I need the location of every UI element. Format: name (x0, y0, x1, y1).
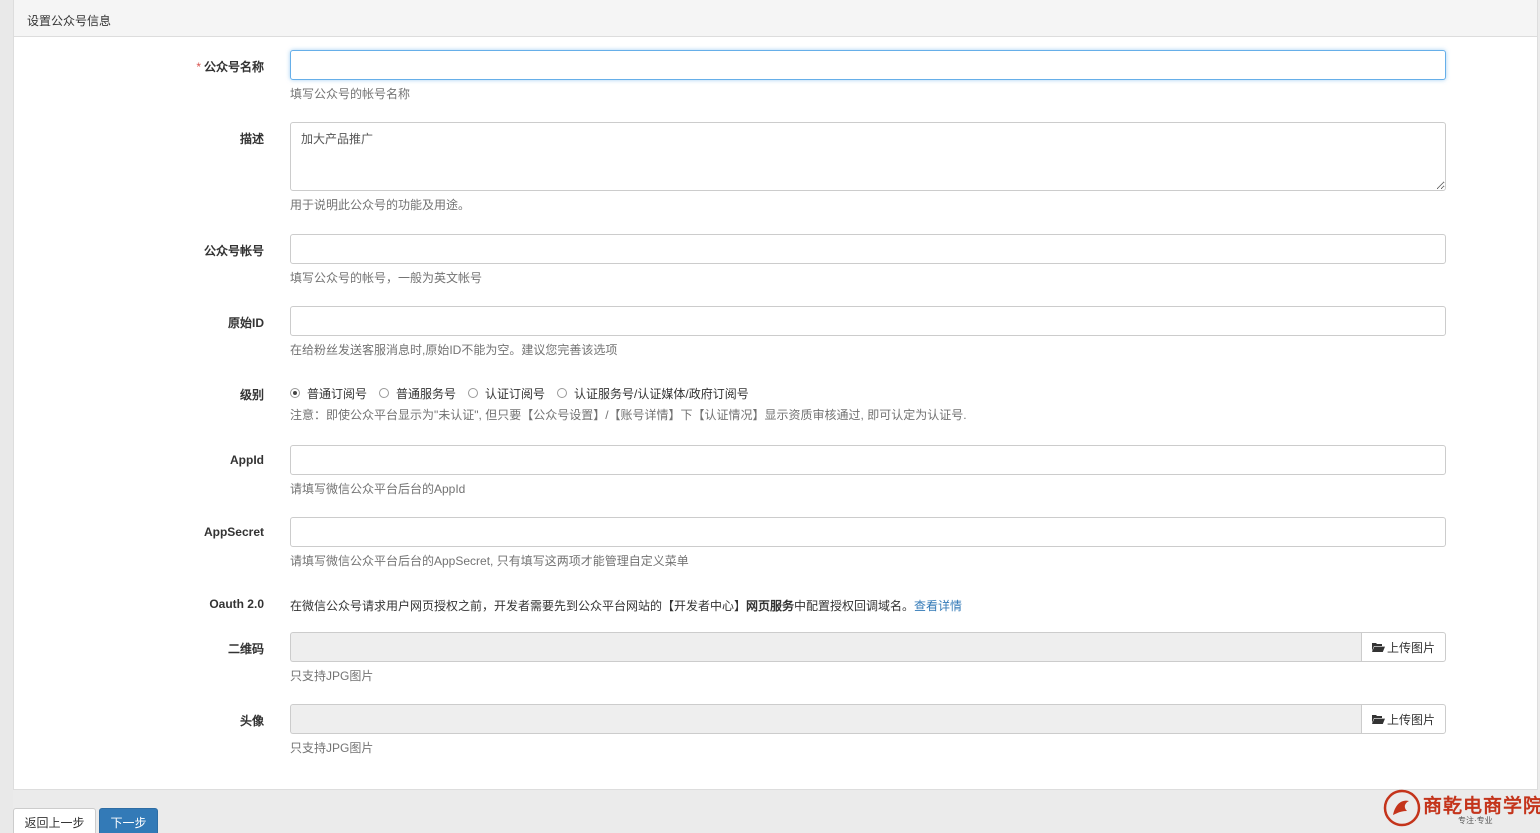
folder-open-icon (1371, 714, 1385, 724)
level-option-3[interactable]: 认证订阅号 (468, 385, 545, 402)
appsecret-input[interactable] (290, 517, 1446, 547)
qrcode-file-display (290, 632, 1361, 662)
account-help: 填写公众号的帐号，一般为英文帐号 (290, 271, 483, 285)
qrcode-label: 二维码 (227, 642, 264, 656)
level-option-1[interactable]: 普通订阅号 (290, 385, 367, 402)
level-radio-group: 普通订阅号 普通服务号 认证订阅号 认证服务号/认证媒体/政府订阅号 (290, 385, 1446, 401)
next-button[interactable]: 下一步 (99, 808, 158, 833)
avatar-file-display (290, 704, 1361, 734)
watermark: 商乾电商学院 专注·专业 (1383, 789, 1540, 829)
settings-panel: 设置公众号信息 * 公众号名称 填写公众号的帐号名称 描述 加大产品推广 用于说明… (13, 0, 1538, 790)
avatar-help: 只支持JPG图片 (290, 741, 374, 755)
description-help: 用于说明此公众号的功能及用途。 (290, 198, 471, 212)
account-label: 公众号帐号 (203, 244, 264, 258)
original-id-help: 在给粉丝发送客服消息时,原始ID不能为空。建议您完善该选项 (290, 343, 618, 357)
radio-icon[interactable] (379, 388, 390, 398)
original-id-label: 原始ID (227, 316, 264, 330)
radio-icon[interactable] (468, 388, 479, 398)
description-label: 描述 (239, 132, 264, 146)
oauth-label: Oauth 2.0 (209, 597, 264, 611)
field-name-label: * 公众号名称 (196, 60, 264, 74)
left-strip (0, 0, 13, 833)
panel-heading: 设置公众号信息 (14, 0, 1537, 37)
radio-checked-icon[interactable] (290, 388, 300, 398)
level-help: 注意：即使公众平台显示为"未认证", 但只要【公众号设置】/【账号详情】下【认证… (290, 408, 967, 422)
level-option-2[interactable]: 普通服务号 (379, 385, 456, 402)
level-label: 级别 (239, 388, 264, 402)
qrcode-upload-button[interactable]: 上传图片 (1361, 632, 1446, 662)
avatar-file-group: 上传图片 (290, 704, 1446, 734)
oauth-details-link[interactable]: 查看详情 (914, 599, 962, 613)
description-textarea[interactable]: 加大产品推广 (290, 122, 1446, 191)
oauth-description: 在微信公众号请求用户网页授权之前，开发者需要先到公众平台网站的【开发者中心】网页… (290, 599, 963, 613)
name-help: 填写公众号的帐号名称 (290, 87, 411, 101)
name-input[interactable] (290, 50, 1446, 80)
appid-label: AppId (230, 453, 264, 467)
qrcode-file-group: 上传图片 (290, 632, 1446, 662)
level-option-4[interactable]: 认证服务号/认证媒体/政府订阅号 (557, 385, 749, 402)
qrcode-help: 只支持JPG图片 (290, 669, 374, 683)
watermark-title: 商乾电商学院 (1423, 795, 1540, 817)
original-id-input[interactable] (290, 306, 1446, 336)
appid-input[interactable] (290, 445, 1446, 475)
folder-open-icon (1371, 642, 1385, 652)
appsecret-label: AppSecret (203, 525, 264, 539)
back-button[interactable]: 返回上一步 (13, 808, 96, 833)
watermark-subtitle: 专注·专业 (1458, 816, 1493, 825)
appsecret-help: 请填写微信公众平台后台的AppSecret, 只有填写这两项才能管理自定义菜单 (290, 554, 689, 568)
avatar-label: 头像 (239, 714, 264, 728)
radio-icon[interactable] (557, 388, 568, 398)
avatar-upload-button[interactable]: 上传图片 (1361, 704, 1446, 734)
appid-help: 请填写微信公众平台后台的AppId (290, 482, 466, 496)
watermark-logo-icon (1383, 789, 1421, 827)
required-mark: * (196, 60, 201, 74)
account-input[interactable] (290, 234, 1446, 264)
